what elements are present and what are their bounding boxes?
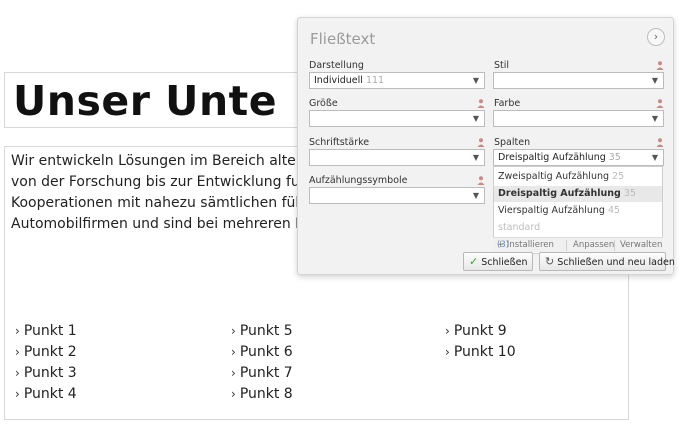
dropdown-option[interactable]: Zweispaltig Aufzählung 25 xyxy=(494,169,662,185)
list-item: › Punkt 1 xyxy=(15,321,77,342)
list-item-label: Punkt 5 xyxy=(239,323,293,339)
chevron-down-icon: ▼ xyxy=(472,191,479,200)
chevron-down-icon: ▼ xyxy=(472,76,479,85)
option-count: 35 xyxy=(623,188,636,199)
dropdown-option[interactable]: standard xyxy=(494,220,662,236)
darstellung-count: 111 xyxy=(365,75,385,86)
manage-link[interactable]: Verwalten xyxy=(620,238,662,252)
list-item: › Punkt 6 xyxy=(231,342,293,363)
chevron-right-icon: › xyxy=(15,324,20,338)
list-item: › Punkt 7 xyxy=(231,363,293,384)
list-item-label: Punkt 4 xyxy=(23,386,77,402)
list-item-label: Punkt 9 xyxy=(453,323,507,339)
chevron-right-icon: › xyxy=(15,345,20,359)
fliesstext-panel: Fließtext › Darstellung Individuell 111 ▼… xyxy=(297,17,675,275)
spalten-label: Spalten xyxy=(494,137,531,148)
dropdown-option[interactable]: Vierspaltig Aufzählung 45 xyxy=(494,203,662,219)
stil-select[interactable]: ▼ xyxy=(493,72,664,89)
heading-box[interactable]: Unser Unte xyxy=(4,72,304,128)
chevron-down-icon: ▼ xyxy=(472,153,479,162)
person-icon xyxy=(477,99,485,108)
groesse-label: Größe xyxy=(309,98,338,109)
list-item: › Punkt 4 xyxy=(15,384,77,405)
stil-label: Stil xyxy=(494,60,510,71)
chevron-right-icon: › xyxy=(231,324,236,338)
chevron-right-icon: › xyxy=(15,387,20,401)
list-item-label: Punkt 10 xyxy=(453,344,516,360)
darstellung-value: Individuell xyxy=(314,75,363,86)
darstellung-select[interactable]: Individuell 111 ▼ xyxy=(309,72,485,89)
close-and-reload-button[interactable]: ↻ Schließen und neu laden xyxy=(539,252,675,271)
person-icon xyxy=(477,138,485,147)
list-item-label: Punkt 2 xyxy=(23,344,77,360)
chevron-right-icon: › xyxy=(231,366,236,380)
check-icon: ✓ xyxy=(469,255,479,268)
bullet-column-2: › Punkt 5 › Punkt 6 › Punkt 7 › Punkt 8 xyxy=(231,321,293,405)
aufzaehlungssymbole-select[interactable]: ▼ xyxy=(309,187,485,204)
divider xyxy=(614,240,615,251)
adjust-link[interactable]: Anpassen xyxy=(573,238,614,252)
chevron-right-icon: › xyxy=(231,345,236,359)
person-icon xyxy=(656,61,664,70)
chevron-right-icon: › xyxy=(15,366,20,380)
option-label: Zweispaltig Aufzählung xyxy=(498,171,610,182)
divider xyxy=(566,240,567,251)
bullet-column-1: › Punkt 1 › Punkt 2 › Punkt 3 › Punkt 4 xyxy=(15,321,77,405)
chevron-right-icon: › xyxy=(445,324,450,338)
chevron-down-icon: ▼ xyxy=(651,153,658,162)
schriftstaerke-select[interactable]: ▼ xyxy=(309,149,485,166)
chevron-down-icon: ▼ xyxy=(472,114,479,123)
close-button-label: Schließen xyxy=(481,257,528,268)
chevron-right-icon: › xyxy=(445,345,450,359)
close-button[interactable]: ✓ Schließen xyxy=(463,252,533,271)
list-item: › Punkt 9 xyxy=(445,321,516,342)
bullet-column-3: › Punkt 9 › Punkt 10 xyxy=(445,321,516,363)
chevron-down-icon: ▼ xyxy=(651,114,658,123)
chevron-down-icon: ▼ xyxy=(651,76,658,85)
aufzaehlungssymbole-label: Aufzählungssymbole xyxy=(309,175,408,186)
list-item: › Punkt 8 xyxy=(231,384,293,405)
farbe-select[interactable]: ▼ xyxy=(493,110,664,127)
dropdown-option-selected[interactable]: Dreispaltig Aufzählung 35 xyxy=(494,186,662,202)
darstellung-label: Darstellung xyxy=(309,60,364,71)
close-and-reload-label: Schließen und neu laden xyxy=(557,257,675,268)
option-count: 45 xyxy=(607,205,621,216)
list-item-label: Punkt 7 xyxy=(239,365,293,381)
chevron-right-icon: › xyxy=(231,387,236,401)
schriftstaerke-label: Schriftstärke xyxy=(309,137,370,148)
farbe-label: Farbe xyxy=(494,98,521,109)
list-item: › Punkt 5 xyxy=(231,321,293,342)
spalten-value: Dreispaltig Aufzählung xyxy=(498,152,606,163)
panel-collapse-button[interactable]: › xyxy=(647,28,665,46)
option-label: standard xyxy=(498,222,541,233)
list-item-label: Punkt 1 xyxy=(23,323,77,339)
list-item: › Punkt 10 xyxy=(445,342,516,363)
page-heading: Unser Unte xyxy=(13,77,278,125)
reload-icon: ↻ xyxy=(545,255,555,268)
list-item-label: Punkt 8 xyxy=(239,386,293,402)
option-count: 25 xyxy=(612,171,625,182)
list-item: › Punkt 2 xyxy=(15,342,77,363)
person-icon xyxy=(656,138,664,147)
option-label: Vierspaltig Aufzählung xyxy=(498,205,605,216)
spalten-count: 35 xyxy=(608,152,621,163)
groesse-select[interactable]: ▼ xyxy=(309,110,485,127)
person-icon xyxy=(477,176,485,185)
spalten-select[interactable]: Dreispaltig Aufzählung 35 ▼ xyxy=(493,149,664,166)
option-label: Dreispaltig Aufzählung xyxy=(498,188,621,199)
list-item-label: Punkt 6 xyxy=(239,344,293,360)
person-icon xyxy=(656,99,664,108)
panel-title: Fließtext xyxy=(310,30,376,48)
list-item-label: Punkt 3 xyxy=(23,365,77,381)
install-count: (3) xyxy=(497,240,510,250)
list-item: › Punkt 3 xyxy=(15,363,77,384)
dropdown-footer: + Installieren (3) Anpassen Verwalten xyxy=(493,237,663,252)
